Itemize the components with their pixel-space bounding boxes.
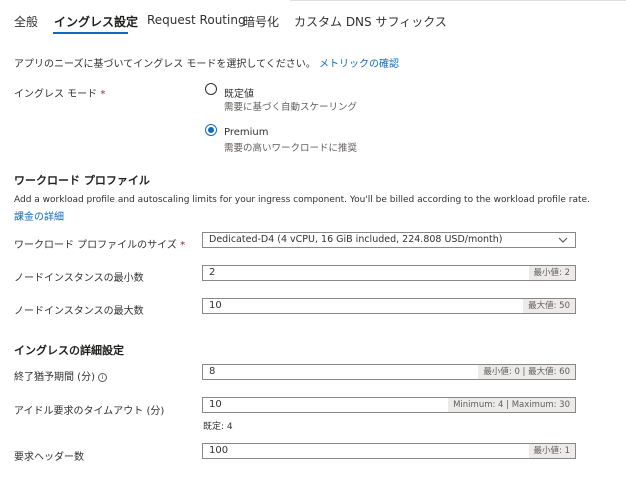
billing-details-link[interactable]: 課金の詳細 (14, 208, 64, 223)
idle-timeout-hint: Minimum: 4 | Maximum: 30 (448, 398, 575, 412)
workload-size-label-text: ワークロード プロファイルのサイズ (14, 240, 177, 251)
max-nodes-input[interactable] (203, 299, 439, 313)
termination-period-hint: 最小値: 0 | 最大値: 60 (478, 365, 575, 379)
idle-timeout-label: アイドル要求のタイムアウト (分) (14, 406, 165, 417)
radio-default-title: 既定値 (224, 89, 254, 100)
header-count-hint: 最小値: 1 (528, 444, 575, 458)
info-icon[interactable]: i (97, 373, 107, 382)
min-nodes-hint: 最小値: 2 (528, 266, 575, 280)
min-nodes-field[interactable]: 最小値: 2 (202, 265, 576, 281)
ingress-mode-label: イングレス モード * (14, 85, 105, 100)
idle-timeout-field[interactable]: Minimum: 4 | Maximum: 30 (202, 397, 576, 413)
tab-encryption[interactable]: 暗号化 (243, 13, 279, 30)
tab-request-routing[interactable]: Request Routing (147, 13, 246, 27)
intro-text: アプリのニーズに基づいてイングレス モードを選択してください。 (14, 59, 316, 70)
max-nodes-hint: 最大値: 50 (523, 299, 575, 313)
chevron-down-icon (558, 237, 568, 243)
radio-default-desc: 需要に基づく自動スケーリング (224, 102, 358, 113)
workload-size-label: ワークロード プロファイルのサイズ * (14, 236, 185, 251)
termination-period-field[interactable]: 最小値: 0 | 最大値: 60 (202, 364, 576, 380)
metrics-link[interactable]: メトリックの確認 (319, 59, 399, 70)
top-divider (290, 0, 626, 1)
header-count-label: 要求ヘッダー数 (14, 452, 84, 463)
active-tab-indicator (53, 32, 128, 34)
idle-timeout-default-note: 既定: 4 (203, 422, 233, 432)
termination-period-label-text: 終了猶予期間 (分) (14, 372, 95, 383)
radio-premium-desc: 需要の高いワークロードに推奨 (224, 143, 358, 154)
idle-timeout-input[interactable] (203, 398, 439, 412)
workload-size-value: Dedicated-D4 (4 vCPU, 16 GiB included, 2… (209, 234, 503, 245)
termination-period-input[interactable] (203, 365, 439, 379)
workload-profile-heading: ワークロード プロファイル (14, 174, 150, 187)
max-nodes-label: ノードインスタンスの最大数 (14, 306, 144, 317)
intro-text-line: アプリのニーズに基づいてイングレス モードを選択してください。 メトリックの確認 (14, 55, 399, 70)
header-count-field[interactable]: 最小値: 1 (202, 443, 576, 459)
required-marker: * (180, 240, 186, 251)
header-count-input[interactable] (203, 444, 439, 458)
radio-premium-mode[interactable] (205, 124, 217, 136)
min-nodes-label: ノードインスタンスの最小数 (14, 273, 144, 284)
workload-profile-description: Add a workload profile and autoscaling l… (14, 195, 590, 205)
ingress-mode-label-text: イングレス モード (14, 89, 98, 100)
required-marker: * (100, 89, 106, 100)
tab-ingress-settings[interactable]: イングレス設定 (54, 13, 138, 30)
advanced-settings-heading: イングレスの詳細設定 (14, 344, 124, 357)
max-nodes-field[interactable]: 最大値: 50 (202, 298, 576, 314)
termination-period-label: 終了猶予期間 (分) i (14, 368, 107, 383)
radio-premium-title: Premium (224, 127, 269, 138)
workload-size-dropdown[interactable]: Dedicated-D4 (4 vCPU, 16 GiB included, 2… (202, 232, 576, 248)
tab-general[interactable]: 全般 (14, 13, 38, 30)
radio-default-mode[interactable] (205, 83, 217, 95)
tab-custom-dns-suffix[interactable]: カスタム DNS サフィックス (294, 13, 447, 30)
min-nodes-input[interactable] (203, 266, 439, 280)
